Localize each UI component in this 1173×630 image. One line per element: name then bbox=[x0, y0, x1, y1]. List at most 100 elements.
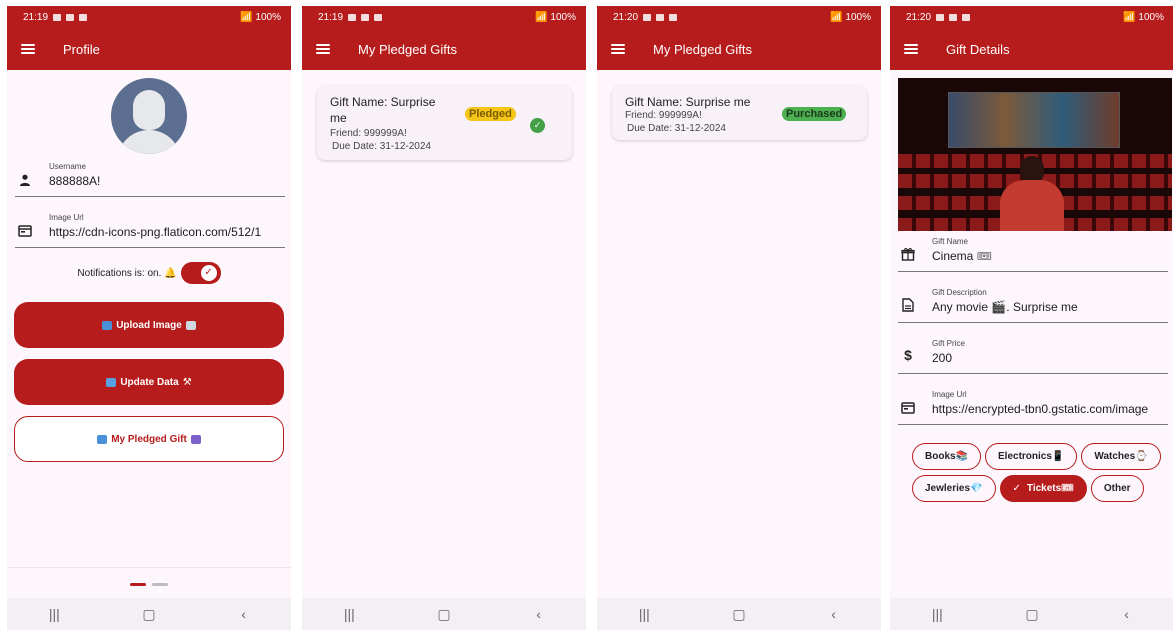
tools-icon: ⚒ bbox=[182, 376, 192, 388]
back-icon[interactable]: ‹ bbox=[814, 606, 854, 622]
image-url-label: Image Url bbox=[932, 390, 967, 399]
gift-price-field[interactable]: $ Gift Price 200 bbox=[898, 339, 1168, 374]
phone-pledged-gifts: 21:19 📶 100% My Pledged Gifts Gift Name:… bbox=[302, 6, 586, 630]
status-bar: 21:19 📶 100% bbox=[7, 6, 291, 28]
gift-due-date: Due Date: 31-12-2024 bbox=[627, 123, 726, 134]
menu-icon[interactable] bbox=[316, 44, 330, 54]
username-value[interactable]: 888888A! bbox=[49, 174, 285, 188]
gift-friend: Friend: 999999A! bbox=[330, 128, 407, 139]
recents-icon[interactable]: ||| bbox=[917, 606, 957, 622]
status-time: 21:19 bbox=[23, 11, 49, 23]
page-dot[interactable] bbox=[152, 583, 168, 586]
battery-level: 100% bbox=[845, 11, 871, 23]
home-icon[interactable]: ▢ bbox=[424, 606, 464, 623]
web-asset-icon bbox=[15, 225, 35, 237]
home-icon[interactable]: ▢ bbox=[1012, 606, 1052, 623]
my-pledged-gift-label: My Pledged Gift bbox=[111, 433, 187, 445]
status-bar: 21:20 📶 100% bbox=[597, 6, 881, 28]
image-url-label: Image Url bbox=[49, 213, 84, 222]
status-bar: 21:20 📶 100% bbox=[890, 6, 1173, 28]
upload-icon bbox=[102, 320, 113, 330]
recents-icon[interactable]: ||| bbox=[329, 606, 369, 622]
menu-icon[interactable] bbox=[611, 44, 625, 54]
menu-icon[interactable] bbox=[904, 44, 918, 54]
recents-icon[interactable]: ||| bbox=[624, 606, 664, 622]
page-dot-active[interactable] bbox=[130, 583, 146, 586]
gift-name-label: Gift Name bbox=[932, 237, 969, 246]
back-icon[interactable]: ‹ bbox=[519, 606, 559, 622]
image-url-field[interactable]: Image Url https://cdn-icons-png.flaticon… bbox=[15, 213, 285, 248]
signal-icon: 📶 bbox=[1123, 11, 1136, 23]
system-nav-bar: ||| ▢ ‹ bbox=[597, 598, 881, 630]
system-nav-bar: ||| ▢ ‹ bbox=[890, 598, 1173, 630]
upload-image-label: Upload Image bbox=[116, 319, 182, 331]
gift-price-label: Gift Price bbox=[932, 339, 965, 348]
gift-icon bbox=[190, 434, 201, 444]
recents-icon[interactable]: ||| bbox=[34, 606, 74, 622]
page-title: Profile bbox=[63, 41, 100, 57]
battery-level: 100% bbox=[1138, 11, 1164, 23]
image-url-value[interactable]: https://encrypted-tbn0.gstatic.com/image bbox=[932, 402, 1168, 416]
status-time: 21:19 bbox=[318, 11, 344, 23]
gift-description-field[interactable]: Gift Description Any movie 🎬. Surprise m… bbox=[898, 288, 1168, 323]
status-bar: 21:19 📶 100% bbox=[302, 6, 586, 28]
status-badge: Purchased bbox=[782, 107, 847, 121]
update-data-label: Update Data bbox=[120, 376, 179, 388]
username-field[interactable]: Username 888888A! bbox=[15, 162, 285, 197]
refresh-icon bbox=[106, 377, 117, 387]
back-icon[interactable]: ‹ bbox=[1107, 606, 1147, 622]
notifications-toggle[interactable]: ✓ bbox=[180, 262, 221, 284]
gift-name-value[interactable]: Cinema 🎟 bbox=[932, 249, 1168, 263]
gift-description-label: Gift Description bbox=[932, 288, 987, 297]
gift-name: Gift Name: Surprise me bbox=[330, 95, 436, 125]
chip-electronics[interactable]: Electronics📱 bbox=[985, 443, 1078, 470]
update-data-button[interactable]: Update Data ⚒ bbox=[14, 359, 284, 405]
gift-price-value[interactable]: 200 bbox=[932, 351, 1168, 365]
chip-jewleries[interactable]: Jewleries💎 bbox=[912, 475, 996, 502]
camera-icon bbox=[185, 320, 196, 330]
signal-icon: 📶 bbox=[535, 11, 548, 23]
avatar[interactable] bbox=[111, 78, 187, 154]
web-asset-icon bbox=[898, 402, 918, 414]
my-pledged-gift-button[interactable]: My Pledged Gift bbox=[14, 416, 284, 462]
description-icon bbox=[898, 298, 918, 312]
chip-other[interactable]: Other bbox=[1090, 475, 1144, 502]
battery-level: 100% bbox=[550, 11, 576, 23]
gift-name-field[interactable]: Gift Name Cinema 🎟 bbox=[898, 237, 1168, 272]
check-circle-icon: ✓ bbox=[530, 118, 545, 133]
dollar-icon: $ bbox=[904, 347, 912, 363]
category-chips: Books📚 Electronics📱 Watches⌚ Jewleries💎 … bbox=[912, 443, 1170, 502]
app-bar: My Pledged Gifts bbox=[597, 28, 881, 70]
phone-profile: 21:19 📶 100% Profile Username 888888A! I… bbox=[7, 6, 291, 630]
notifications-row: Notifications is: on. 🔔 ✓ bbox=[7, 262, 291, 284]
arrow-icon bbox=[97, 434, 108, 444]
back-icon[interactable]: ‹ bbox=[224, 606, 264, 622]
gift-card[interactable]: Gift Name: Surprise me Friend: 999999A! … bbox=[612, 86, 867, 140]
home-icon[interactable]: ▢ bbox=[719, 606, 759, 623]
image-url-value[interactable]: https://cdn-icons-png.flaticon.com/512/1 bbox=[49, 225, 285, 239]
chip-watches[interactable]: Watches⌚ bbox=[1081, 443, 1161, 470]
page-indicator bbox=[7, 583, 291, 586]
gift-description-value[interactable]: Any movie 🎬. Surprise me bbox=[932, 300, 1168, 314]
app-bar: Gift Details bbox=[890, 28, 1173, 70]
home-icon[interactable]: ▢ bbox=[129, 606, 169, 623]
system-nav-bar: ||| ▢ ‹ bbox=[7, 598, 291, 630]
chip-books[interactable]: Books📚 bbox=[912, 443, 982, 470]
upload-image-button[interactable]: Upload Image bbox=[14, 302, 284, 348]
battery-level: 100% bbox=[255, 11, 281, 23]
chip-tickets[interactable]: ✓ Tickets🎟 bbox=[999, 475, 1087, 502]
signal-icon: 📶 bbox=[830, 11, 843, 23]
check-icon: ✓ bbox=[200, 265, 217, 281]
system-nav-bar: ||| ▢ ‹ bbox=[302, 598, 586, 630]
status-badge: Pledged bbox=[465, 107, 516, 121]
gift-card[interactable]: Gift Name: Surprise me Friend: 999999A! … bbox=[317, 86, 572, 160]
signal-icon: 📶 bbox=[240, 11, 253, 23]
page-title: My Pledged Gifts bbox=[653, 41, 752, 57]
gift-icon bbox=[898, 247, 918, 261]
phone-pledged-gifts-purchased: 21:20 📶 100% My Pledged Gifts Gift Name:… bbox=[597, 6, 881, 630]
status-time: 21:20 bbox=[906, 11, 932, 23]
username-label: Username bbox=[49, 162, 86, 171]
menu-icon[interactable] bbox=[21, 44, 35, 54]
page-title: My Pledged Gifts bbox=[358, 41, 457, 57]
image-url-field[interactable]: Image Url https://encrypted-tbn0.gstatic… bbox=[898, 390, 1168, 425]
